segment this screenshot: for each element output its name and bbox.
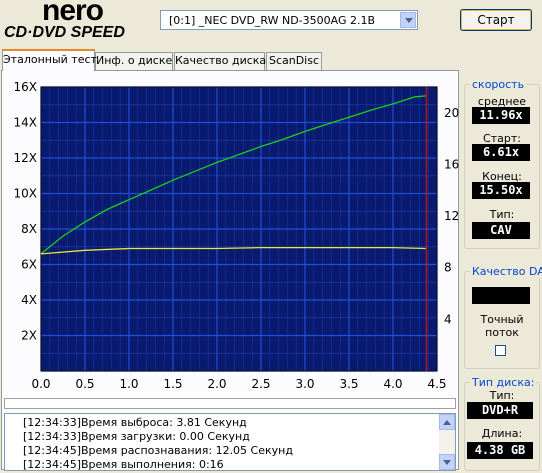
x-tick-label: 3.5 (339, 377, 358, 391)
scroll-up-icon[interactable] (439, 414, 455, 430)
progress-bar (4, 398, 456, 409)
log-scrollbar[interactable] (439, 414, 455, 470)
dae-group-title: Качество DAE (470, 265, 542, 278)
y-right-tick-label: 16 (444, 157, 459, 171)
start-button-label: Старт (477, 13, 515, 27)
x-tick-label: 0.0 (31, 377, 50, 391)
start-button[interactable]: Старт (460, 9, 532, 31)
x-tick-label: 2.0 (207, 377, 226, 391)
drive-select[interactable]: [0:1] _NEC DVD_RW ND-3500AG 2.1B (160, 10, 418, 30)
y-left-tick-label: 8X (21, 222, 37, 236)
speed-type-value: CAV (472, 222, 530, 239)
x-tick-label: 0.5 (75, 377, 94, 391)
log-time: [12:34:45] (23, 444, 81, 457)
log-message: Время распознавания: 12.05 Секунд (81, 444, 293, 457)
scroll-down-icon[interactable] (439, 454, 455, 470)
speed-group-title: скорость (470, 78, 527, 91)
x-tick-label: 4.5 (427, 377, 446, 391)
x-tick-label: 2.5 (251, 377, 270, 391)
tab-benchmark[interactable]: Эталонный тест (2, 49, 97, 71)
tab-disc-quality[interactable]: Качество диска (174, 52, 267, 70)
benchmark-chart: 2X 4X 6X 8X 10X 12X 14X 16X 4 8 12 16 20 0.0 0.5 1.0 1.5… (14, 80, 460, 391)
disc-type-label: Тип: (489, 389, 515, 402)
speed-type-label: Тип: (489, 208, 515, 221)
y-right-tick-label: 12 (444, 209, 459, 223)
log-time: [12:34:33] (23, 416, 81, 429)
y-right-tick-label: 8 (444, 261, 452, 275)
accurate-stream-label: Точный поток (480, 313, 524, 339)
tab-disc-info-label: Инф. о диске (96, 54, 173, 67)
y-right-tick-label: 20 (444, 106, 459, 120)
log-list: [12:34:33] Время выброса: 3.81 Секунд [12… (4, 413, 456, 471)
disc-length-value: 4.38 GB (467, 442, 533, 459)
x-tick-label: 1.5 (163, 377, 182, 391)
log-message: Время выброса: 3.81 Секунд (81, 416, 247, 429)
nero-logo: nero CD·DVD SPEED (4, 0, 154, 44)
x-tick-label: 3.0 (295, 377, 314, 391)
chevron-down-icon[interactable] (400, 12, 416, 28)
average-value: 11.96x (472, 107, 530, 124)
y-left-tick-label: 4X (21, 293, 37, 307)
y-left-tick-label: 16X (14, 80, 38, 94)
y-left-tick-label: 12X (14, 151, 38, 165)
tab-benchmark-label: Эталонный тест (3, 53, 97, 66)
x-tick-label: 1.0 (119, 377, 138, 391)
log-message: Время выполнения: 0:16 (81, 458, 224, 471)
drive-select-value: [0:1] _NEC DVD_RW ND-3500AG 2.1B (169, 14, 376, 27)
end-speed-value: 15.50x (472, 182, 530, 199)
y-left-tick-label: 14X (14, 116, 38, 130)
start-speed-value: 6.61x (472, 144, 530, 161)
accurate-stream-checkbox[interactable] (495, 345, 506, 356)
y-left-tick-label: 6X (21, 258, 37, 272)
dae-value-box (472, 287, 530, 304)
disc-type-group-title: Тип диска: (470, 376, 537, 389)
log-message: Время загрузки: 0.00 Секунд (81, 430, 250, 443)
y-left-tick-label: 10X (14, 187, 38, 201)
tab-disc-info[interactable]: Инф. о диске (95, 52, 173, 70)
y-right-tick-label: 4 (444, 312, 452, 326)
log-time: [12:34:33] (23, 430, 81, 443)
disc-length-label: Длина: (481, 427, 523, 440)
logo-cd-dvd-speed-text: CD·DVD SPEED (4, 24, 125, 41)
x-tick-label: 4.0 (383, 377, 402, 391)
tab-disc-quality-label: Качество диска (175, 54, 267, 67)
log-time: [12:34:45] (23, 458, 81, 471)
y-left-tick-label: 2X (21, 329, 37, 343)
disc-type-value: DVD+R (467, 402, 533, 419)
tab-scandisc[interactable]: ScanDisc (266, 52, 322, 70)
tab-scandisc-label: ScanDisc (268, 54, 320, 67)
